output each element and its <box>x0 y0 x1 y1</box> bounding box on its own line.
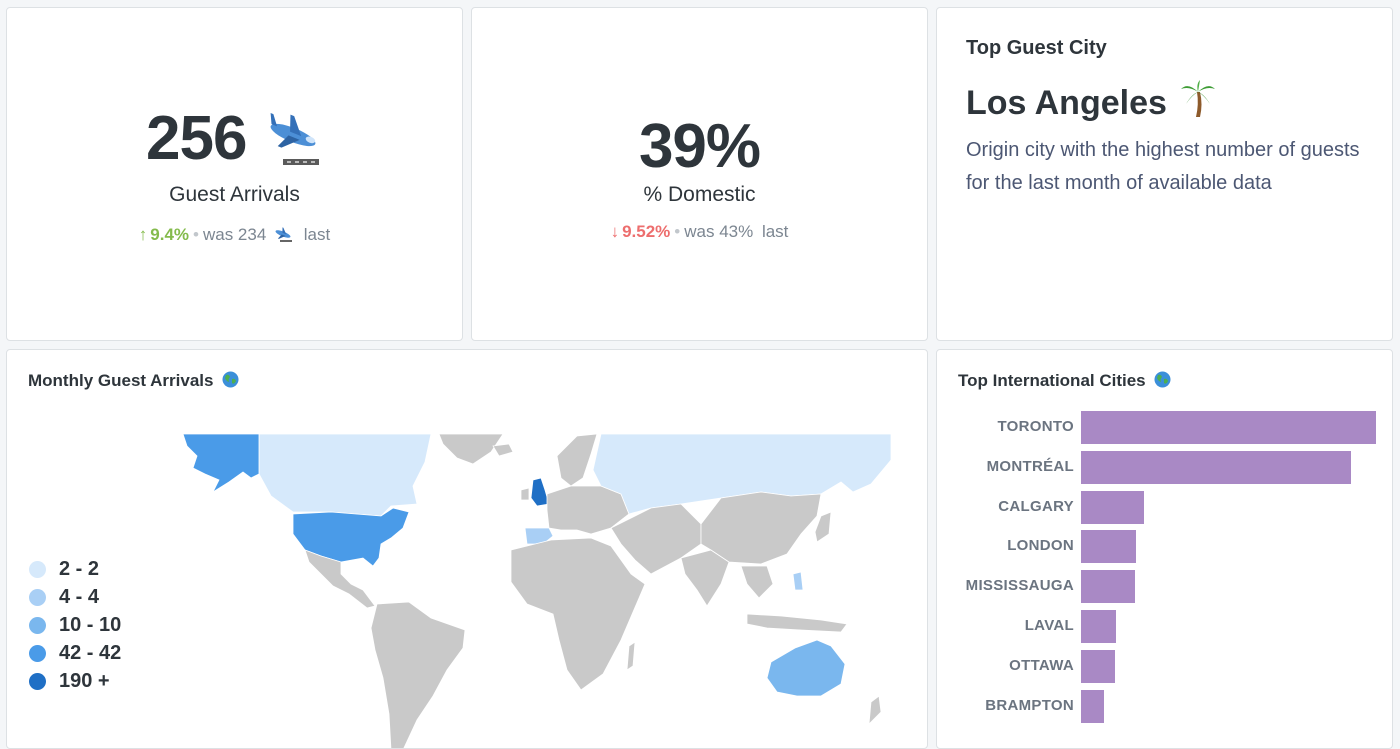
domestic-change: 9.52% <box>622 222 671 241</box>
region-japan[interactable] <box>814 511 832 543</box>
bar-row[interactable]: CALGARY <box>937 490 1392 524</box>
guest-arrivals-title: Guest Arrivals <box>169 183 300 206</box>
bar-category-label: MISSISSAUGA <box>965 577 1074 595</box>
intl-card-title-row: Top International Cities <box>958 371 1171 391</box>
region-indonesia[interactable] <box>746 613 848 633</box>
bar-row[interactable]: MISSISSAUGA <box>937 570 1392 604</box>
legend-label: 190 + <box>59 669 110 692</box>
region-iceland[interactable] <box>492 443 514 457</box>
domestic-comparison: ↓ 9.52% • was 43% last <box>472 222 927 242</box>
region-china[interactable] <box>700 491 822 565</box>
region-ireland[interactable] <box>520 487 530 501</box>
domestic-previous: was 43% <box>684 222 754 241</box>
legend-label: 42 - 42 <box>59 641 122 664</box>
domestic-value: 39% <box>638 112 761 181</box>
bar[interactable] <box>1081 689 1104 723</box>
region-southeast-asia[interactable] <box>740 565 774 599</box>
legend-swatch <box>29 616 46 634</box>
bar-row[interactable]: LONDON <box>937 530 1392 564</box>
airplane-arriving-icon <box>273 227 293 243</box>
legend-swatch <box>29 588 46 606</box>
bar-category-label: MONTRÉAL <box>986 457 1074 475</box>
arrow-up-icon: ↑ <box>138 225 148 244</box>
top-guest-city-name: Los Angeles <box>966 84 1167 122</box>
top-guest-city-description: Origin city with the highest number of g… <box>966 139 1360 194</box>
world-choropleth-map[interactable] <box>181 434 891 749</box>
top-guest-city-name-row: Los Angeles <box>966 80 1216 123</box>
region-africa[interactable] <box>510 537 646 691</box>
arrow-down-icon: ↓ <box>610 222 620 241</box>
region-canada[interactable] <box>258 434 432 517</box>
top-international-cities-card: Top International Cities TORONTO MONTRÉAL… <box>936 349 1393 749</box>
legend-item[interactable]: 2 - 2 <box>29 555 121 583</box>
guest-arrivals-value-row: 256 <box>7 108 462 170</box>
domestic-card: 39% % Domestic ↓ 9.52% • was 43% last <box>471 7 928 341</box>
bar-row[interactable]: LAVAL <box>937 610 1392 643</box>
top-guest-city-card: Top Guest City Los Angeles Origin city w… <box>936 7 1393 341</box>
region-scandinavia[interactable] <box>556 434 598 487</box>
bar[interactable] <box>1081 610 1116 643</box>
region-alaska[interactable] <box>182 434 260 494</box>
bar-category-label: CALGARY <box>998 497 1074 515</box>
legend-swatch <box>29 644 46 662</box>
legend-item[interactable]: 42 - 42 <box>29 639 121 667</box>
region-australia[interactable] <box>766 639 846 697</box>
domestic-title: % Domestic <box>643 183 756 206</box>
legend-swatch <box>29 672 46 690</box>
map-card-title: Monthly Guest Arrivals <box>28 371 214 390</box>
domestic-period: last <box>761 222 789 241</box>
legend-label: 2 - 2 <box>59 557 100 580</box>
bar[interactable] <box>1081 450 1351 484</box>
globe-icon <box>222 371 239 388</box>
bar[interactable] <box>1081 490 1144 524</box>
bar-category-label: LAVAL <box>1024 617 1074 634</box>
map-legend: 2 - 2 4 - 4 10 - 10 42 - 42 190 + <box>29 555 121 695</box>
intl-card-title: Top International Cities <box>958 371 1146 390</box>
bar-row[interactable]: OTTAWA <box>937 649 1392 683</box>
bar[interactable] <box>1081 649 1115 683</box>
legend-label: 4 - 4 <box>59 585 100 608</box>
guest-arrivals-change: 9.4% <box>150 225 190 244</box>
region-india[interactable] <box>680 549 730 607</box>
guest-arrivals-value: 256 <box>146 104 247 173</box>
legend-item[interactable]: 4 - 4 <box>29 583 121 611</box>
region-greenland[interactable] <box>438 434 504 465</box>
bar[interactable] <box>1081 411 1376 444</box>
bar-category-label: LONDON <box>1007 537 1074 555</box>
bar-row[interactable]: BRAMPTON <box>937 689 1392 723</box>
trend-down: ↓ 9.52% <box>611 222 671 241</box>
guest-arrivals-card: 256 Guest Arrivals ↑ 9.4% • was 234 last <box>6 7 463 341</box>
bar-category-label: OTTAWA <box>1009 656 1074 674</box>
separator-dot: • <box>193 225 199 244</box>
guest-arrivals-previous: was 234 <box>202 225 267 244</box>
separator-dot: • <box>674 222 681 241</box>
map-card-title-row: Monthly Guest Arrivals <box>28 371 239 391</box>
bar-category-label: BRAMPTON <box>985 696 1074 714</box>
guest-arrivals-period: last <box>303 225 331 244</box>
region-uk[interactable] <box>530 477 550 507</box>
airplane-arriving-icon <box>261 113 323 167</box>
trend-up: ↑ 9.4% <box>139 225 189 244</box>
bar[interactable] <box>1081 530 1136 564</box>
legend-item[interactable]: 190 + <box>29 667 121 695</box>
bar-row[interactable]: TORONTO <box>937 411 1392 444</box>
region-new-zealand[interactable] <box>868 695 882 726</box>
monthly-guest-arrivals-card: Monthly Guest Arrivals 2 - 2 4 - 4 10 - … <box>6 349 928 749</box>
legend-item[interactable]: 10 - 10 <box>29 611 121 639</box>
region-madagascar[interactable] <box>626 641 636 671</box>
bar-category-label: TORONTO <box>997 418 1074 435</box>
globe-icon <box>1154 371 1171 388</box>
top-guest-city-title: Top Guest City <box>966 37 1107 59</box>
bar-row[interactable]: MONTRÉAL <box>937 450 1392 484</box>
region-philippines[interactable] <box>792 571 804 591</box>
legend-label: 10 - 10 <box>59 613 122 636</box>
palm-tree-icon <box>1180 80 1216 118</box>
guest-arrivals-comparison: ↑ 9.4% • was 234 last <box>7 225 462 245</box>
bar[interactable] <box>1081 570 1135 604</box>
region-south-america[interactable] <box>370 601 466 749</box>
legend-swatch <box>29 560 46 578</box>
